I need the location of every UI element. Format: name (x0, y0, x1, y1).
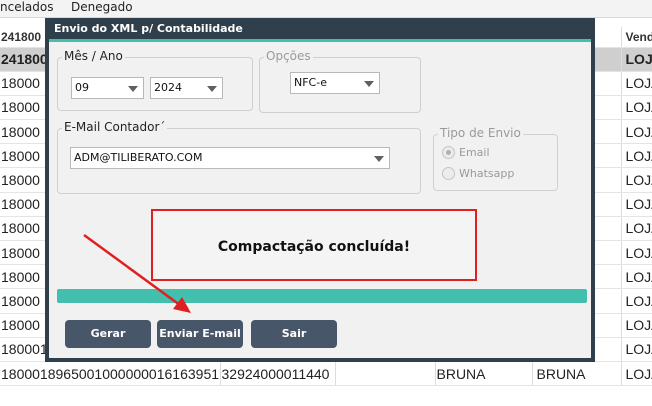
tab-cancelados[interactable]: ncelados (0, 0, 53, 15)
table-cell: LOJA (621, 264, 652, 290)
sair-button[interactable]: Sair (251, 320, 337, 348)
dialog-body: Mês / Ano 09 2024 Opções NFC-e E-Mail Co… (49, 42, 591, 358)
table-cell: LOJA (621, 71, 652, 96)
table-cell: LOJA (621, 288, 652, 314)
email-select[interactable]: ADM@TILIBERATO.COM (70, 147, 390, 169)
chevron-down-icon[interactable] (207, 86, 217, 92)
month-value: 09 (75, 81, 89, 94)
table-cell: LOJA (621, 119, 652, 145)
completion-message-box: Compactação concluída! (151, 209, 477, 281)
table-cell: 32924000011440 (220, 361, 336, 387)
email-group: E-Mail Contador´ ADM@TILIBERATO.COM (57, 120, 421, 194)
table-cell: BRUNA (532, 361, 622, 387)
table-cell: LOJA (621, 192, 652, 217)
table-cell: LOJA (621, 167, 652, 193)
gerar-button[interactable]: Gerar (65, 320, 151, 348)
month-year-group: Mês / Ano 09 2024 (57, 49, 253, 111)
radio-whatsapp-label: Whatsapp (459, 167, 515, 180)
options-group: Opções NFC-e (259, 49, 421, 113)
table-cell: LOJA (621, 143, 652, 169)
dialog-title: Envio do XML p/ Contabilidade (54, 22, 243, 35)
table-cell: LOJA (621, 240, 652, 266)
radio-whatsapp[interactable]: Whatsapp (442, 167, 542, 181)
table-row[interactable]: 1800018965001000000016163951 329240000114… (0, 361, 652, 387)
send-email-button[interactable]: Enviar E-mail (157, 320, 243, 348)
radio-email[interactable]: Email (442, 146, 542, 160)
month-select[interactable]: 09 (71, 77, 144, 99)
table-cell (335, 361, 436, 387)
send-type-group: Tipo de Envio Email Whatsapp (433, 126, 558, 191)
table-cell: LOJA (621, 337, 652, 362)
radio-unselected-icon[interactable] (442, 167, 455, 180)
chevron-down-icon[interactable] (364, 81, 374, 87)
table-cell: LOJA (621, 95, 652, 121)
radio-selected-icon[interactable] (442, 146, 455, 159)
year-select[interactable]: 2024 (150, 77, 223, 99)
chevron-down-icon[interactable] (128, 86, 138, 92)
table-cell: 1800018965001000000016163951 (0, 361, 221, 387)
send-type-label: Tipo de Envio (438, 126, 523, 141)
progress-bar (57, 289, 587, 303)
background-tab-bar: ncelados Denegado (0, 0, 652, 18)
table-cell: LOJA (621, 361, 652, 387)
table-cell: LOJA (621, 313, 652, 338)
document-type-select[interactable]: NFC-e (290, 72, 380, 94)
email-value: ADM@TILIBERATO.COM (74, 151, 203, 164)
table-cell: LOJA (621, 47, 652, 72)
completion-message: Compactação concluída! (217, 239, 411, 255)
tab-denegado[interactable]: Denegado (71, 0, 133, 15)
chevron-down-icon[interactable] (374, 156, 384, 162)
radio-email-label: Email (459, 146, 490, 159)
progress-fill (57, 289, 587, 303)
table-cell: Vendo (621, 27, 652, 48)
document-type-value: NFC-e (294, 76, 327, 89)
year-value: 2024 (154, 81, 182, 94)
table-cell: BRUNA (435, 361, 533, 387)
xml-export-dialog: Envio do XML p/ Contabilidade Mês / Ano … (45, 18, 595, 362)
month-year-label: Mês / Ano (62, 49, 125, 64)
table-cell: LOJA (621, 216, 652, 242)
email-label: E-Mail Contador´ (62, 120, 168, 135)
options-label: Opções (264, 49, 313, 64)
